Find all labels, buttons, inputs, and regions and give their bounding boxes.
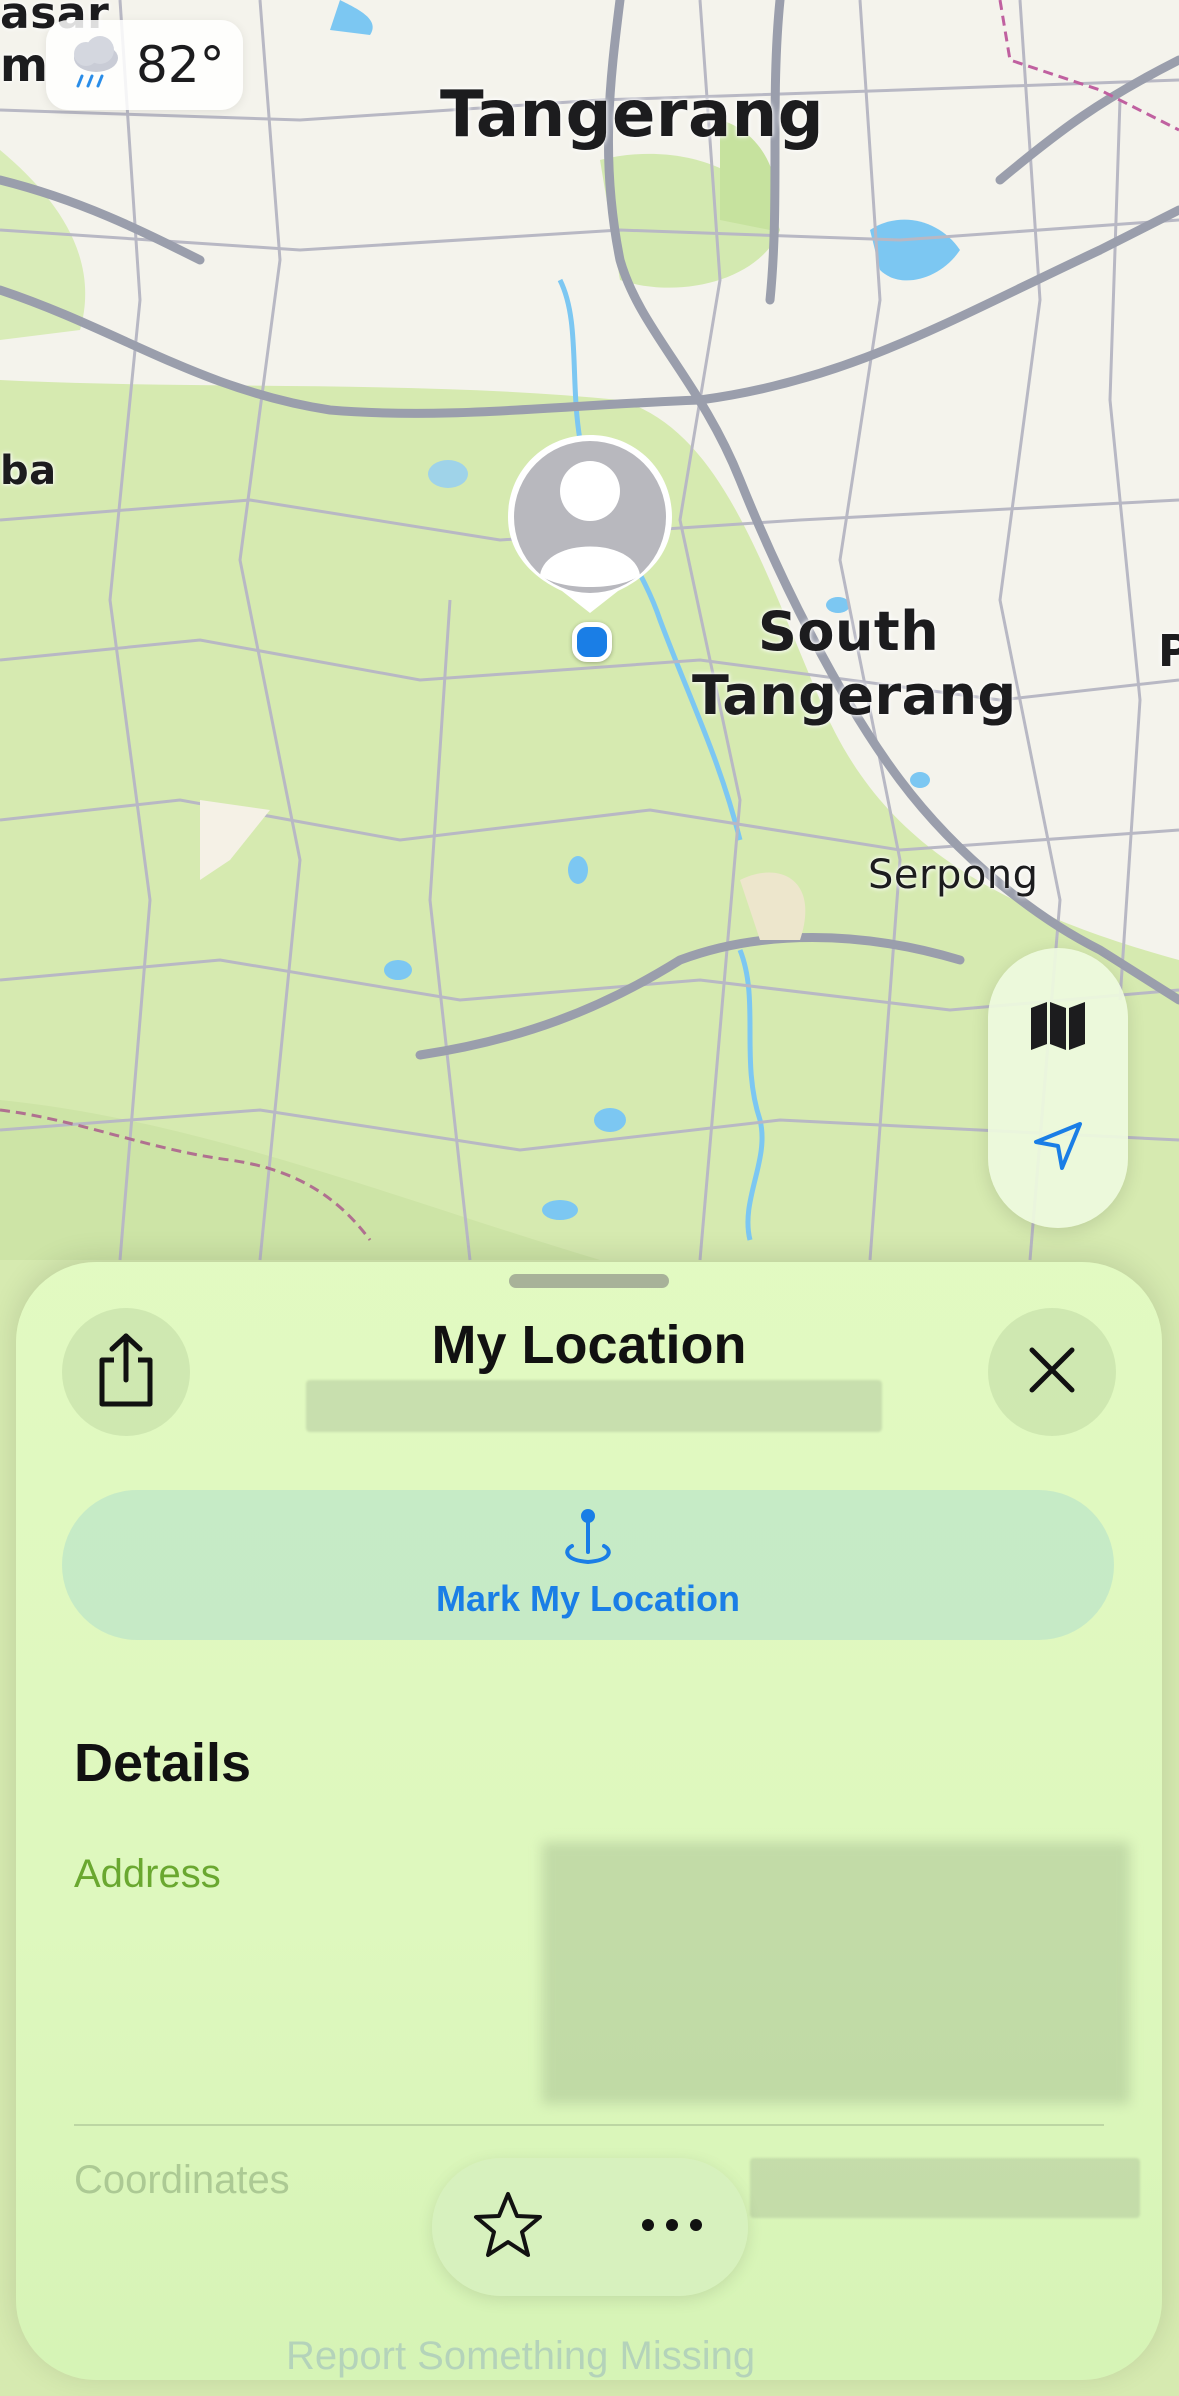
divider <box>74 2124 1104 2126</box>
redacted-subtitle <box>306 1380 882 1432</box>
weather-badge[interactable]: 82° <box>46 20 243 110</box>
user-location-pin[interactable] <box>500 425 680 625</box>
redacted-address[interactable] <box>542 1842 1130 2104</box>
map-label-south-tangerang[interactable]: South <box>758 600 939 663</box>
pin-icon <box>562 1506 614 1571</box>
star-icon <box>472 2190 544 2265</box>
report-missing-link[interactable]: Report Something Missing <box>286 2334 755 2379</box>
address-label: Address <box>74 1852 221 1896</box>
map-controls <box>988 948 1128 1228</box>
track-location-button[interactable] <box>1008 1098 1108 1198</box>
sheet-grabber[interactable] <box>509 1274 669 1288</box>
map-label-serpong[interactable]: Serpong <box>868 852 1039 898</box>
map-mode-button[interactable] <box>1008 978 1108 1078</box>
more-icon <box>640 2217 704 2238</box>
details-heading: Details <box>74 1733 252 1793</box>
map-label-tangerang[interactable]: Tangerang <box>440 78 824 152</box>
coordinates-label: Coordinates <box>74 2158 290 2202</box>
map-icon <box>1029 1000 1087 1057</box>
map-label-partial: P <box>1158 626 1179 677</box>
close-icon <box>1026 1344 1078 1401</box>
favorite-button[interactable] <box>458 2177 558 2277</box>
redacted-coordinates[interactable] <box>750 2158 1140 2218</box>
rain-cloud-icon <box>64 32 126 99</box>
temperature-label: 82° <box>136 36 225 94</box>
map-label-partial: ba <box>0 448 57 494</box>
more-button[interactable] <box>622 2177 722 2277</box>
location-arrow-icon <box>1030 1118 1086 1179</box>
current-location-dot <box>572 622 612 662</box>
map-label-south-tangerang[interactable]: Tangerang <box>692 664 1017 727</box>
close-button[interactable] <box>988 1308 1116 1436</box>
sheet-action-bar <box>432 2158 748 2296</box>
location-sheet: My Location Mark My Location Details Add… <box>16 1262 1162 2380</box>
mark-my-location-label: Mark My Location <box>435 1578 741 1619</box>
mark-my-location-button[interactable]: Mark My Location <box>62 1490 1114 1640</box>
map-label-partial: m <box>0 38 49 92</box>
